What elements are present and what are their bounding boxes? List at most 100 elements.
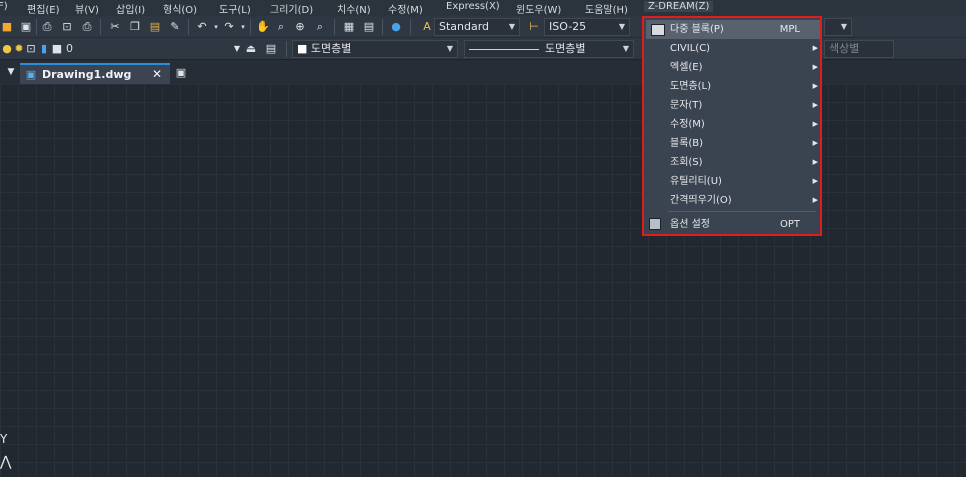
menu-file-fragment[interactable]: F) — [0, 1, 8, 12]
cut-icon[interactable]: ✂ — [108, 20, 122, 34]
tab-drawing1[interactable]: ▣ Drawing1.dwg ✕ — [20, 63, 170, 84]
tab-menu-chevron-icon[interactable]: ▼ — [4, 65, 18, 79]
menu-item-shortcut: OPT — [779, 219, 800, 230]
menu-separator — [668, 211, 816, 212]
dim-style-value: ISO-25 — [549, 20, 587, 33]
menu-item-query[interactable]: 조회(S) ▶ — [670, 153, 820, 172]
save-icon[interactable]: ▣ — [19, 20, 33, 34]
close-icon[interactable]: ✕ — [152, 67, 162, 81]
menu-item-label: CIVIL(C) — [670, 43, 711, 54]
menu-format[interactable]: 형식(O) — [163, 1, 197, 16]
menu-item-utility[interactable]: 유틸리티(U) ▶ — [670, 172, 820, 191]
menu-item-offset[interactable]: 간격띄우기(O) ▶ — [670, 191, 820, 210]
help-icon[interactable]: ● — [389, 20, 403, 34]
linetype-value: 도면층별 — [545, 42, 586, 55]
redo-icon[interactable]: ↷ — [222, 20, 236, 34]
make-current-layer-icon[interactable]: ⏏ — [244, 42, 258, 56]
layer-previous-icon[interactable]: ▤ — [264, 42, 278, 56]
submenu-arrow-icon: ▶ — [812, 101, 818, 109]
lineweight-value: 색상별 — [829, 42, 860, 55]
menu-item-label: 다중 블록(P) — [670, 24, 724, 35]
menu-window[interactable]: 윈도우(W) — [516, 1, 561, 16]
dim-style-select[interactable]: ISO-25 ▼ — [544, 18, 630, 36]
menu-item-block[interactable]: 블록(B) ▶ — [670, 134, 820, 153]
submenu-arrow-icon: ▶ — [812, 139, 818, 147]
layer-lock-icon[interactable]: ▮ — [37, 42, 51, 56]
menu-item-options[interactable]: 옵션 설정 OPT — [649, 215, 820, 234]
menu-item-modify[interactable]: 수정(M) ▶ — [670, 115, 820, 134]
pan-hand-icon[interactable]: ✋ — [256, 20, 270, 34]
layer-dropdown-icon[interactable]: ▼ — [230, 42, 244, 56]
menu-item-excel[interactable]: 엑셀(E) ▶ — [670, 58, 820, 77]
menu-modify[interactable]: 수정(M) — [388, 1, 423, 16]
open-folder-icon[interactable]: ■ — [0, 20, 14, 34]
dim-style-icon[interactable]: ⊢ — [527, 20, 541, 34]
menu-item-label: 옵션 설정 — [670, 219, 710, 230]
chevron-down-icon: ▼ — [508, 22, 515, 31]
linetype-select[interactable]: 도면층별 ▼ — [464, 40, 634, 58]
menu-item-label: 수정(M) — [670, 119, 705, 130]
ucs-y-axis-label: Y — [0, 432, 8, 446]
menu-item-multi-block[interactable]: 다중 블록(P) MPL — [646, 20, 820, 39]
print-icon[interactable]: ⎙ — [40, 20, 54, 34]
submenu-arrow-icon: ▶ — [812, 44, 818, 52]
menu-item-label: 블록(B) — [670, 138, 704, 149]
menu-item-text[interactable]: 문자(T) ▶ — [670, 96, 820, 115]
ucs-arrow-icon: ⋀ — [0, 454, 12, 470]
menu-edit[interactable]: 편집(E) — [27, 1, 60, 16]
z-dream-dropdown-menu: 다중 블록(P) MPL CIVIL(C) ▶ 엑셀(E) ▶ 도면층(L) ▶… — [642, 16, 822, 236]
color-select[interactable]: ■ 도면층별 ▼ — [292, 40, 458, 58]
options-icon — [649, 218, 661, 230]
layer-name-value[interactable]: 0 — [66, 42, 73, 55]
menu-item-label: 조회(S) — [670, 157, 703, 168]
menu-item-label: 엑셀(E) — [670, 62, 703, 73]
new-tab-icon[interactable]: ▣ — [174, 66, 188, 80]
undo-icon[interactable]: ↶ — [195, 20, 209, 34]
text-style-select[interactable]: Standard ▼ — [434, 18, 520, 36]
design-center-icon[interactable]: ▤ — [362, 20, 376, 34]
submenu-arrow-icon: ▶ — [812, 158, 818, 166]
publish-icon[interactable]: ⎙ — [80, 20, 94, 34]
menu-item-shortcut: MPL — [779, 24, 800, 35]
chevron-down-icon: ▼ — [840, 22, 847, 31]
submenu-arrow-icon: ▶ — [812, 177, 818, 185]
menu-view[interactable]: 뷰(V) — [75, 1, 99, 16]
menu-draw[interactable]: 그리기(D) — [270, 1, 313, 16]
menu-tools[interactable]: 도구(L) — [219, 1, 251, 16]
menu-help[interactable]: 도움말(H) — [585, 1, 628, 16]
undo-dropdown-icon[interactable]: ▾ — [209, 20, 223, 34]
menu-dimension[interactable]: 치수(N) — [337, 1, 371, 16]
match-properties-icon[interactable]: ✎ — [168, 20, 182, 34]
text-style-value: Standard — [439, 20, 490, 33]
color-value: 도면층별 — [310, 42, 352, 55]
zoom-window-icon[interactable]: ⊕ — [293, 20, 307, 34]
plot-preview-icon[interactable]: ⊡ — [60, 20, 74, 34]
submenu-arrow-icon: ▶ — [812, 82, 818, 90]
submenu-arrow-icon: ▶ — [812, 196, 818, 204]
paste-icon[interactable]: ▤ — [148, 20, 162, 34]
menu-item-civil[interactable]: CIVIL(C) ▶ — [670, 39, 820, 58]
submenu-arrow-icon: ▶ — [812, 63, 818, 71]
menu-insert[interactable]: 삽입(I) — [116, 1, 145, 16]
chevron-down-icon: ▼ — [446, 44, 453, 53]
menu-bar: F) 편집(E) 뷰(V) 삽입(I) 형식(O) 도구(L) 그리기(D) 치… — [0, 0, 966, 16]
chevron-down-icon: ▼ — [618, 22, 625, 31]
tab-drawing1-label: Drawing1.dwg — [42, 68, 132, 81]
menu-item-label: 간격띄우기(O) — [670, 195, 732, 206]
menu-item-label: 문자(T) — [670, 100, 703, 111]
zoom-previous-icon[interactable]: ⌕ — [313, 20, 327, 34]
zoom-realtime-icon[interactable]: ⌕ — [274, 20, 288, 34]
lineweight-select[interactable]: 색상별 — [824, 40, 894, 58]
chevron-down-icon: ▼ — [622, 44, 629, 53]
menu-express[interactable]: Express(X) — [446, 1, 500, 12]
menu-item-label: 도면층(L) — [670, 81, 711, 92]
table-style-select-edge[interactable]: ▼ — [824, 18, 852, 36]
redo-dropdown-icon[interactable]: ▾ — [236, 20, 250, 34]
copy-icon[interactable]: ❐ — [128, 20, 142, 34]
menu-z-dream[interactable]: Z-DREAM(Z) — [644, 1, 714, 12]
layer-viewport-icon[interactable]: ⊡ — [24, 42, 38, 56]
menu-item-layer[interactable]: 도면층(L) ▶ — [670, 77, 820, 96]
text-style-icon[interactable]: A — [420, 20, 434, 34]
submenu-arrow-icon: ▶ — [812, 120, 818, 128]
properties-icon[interactable]: ▦ — [342, 20, 356, 34]
